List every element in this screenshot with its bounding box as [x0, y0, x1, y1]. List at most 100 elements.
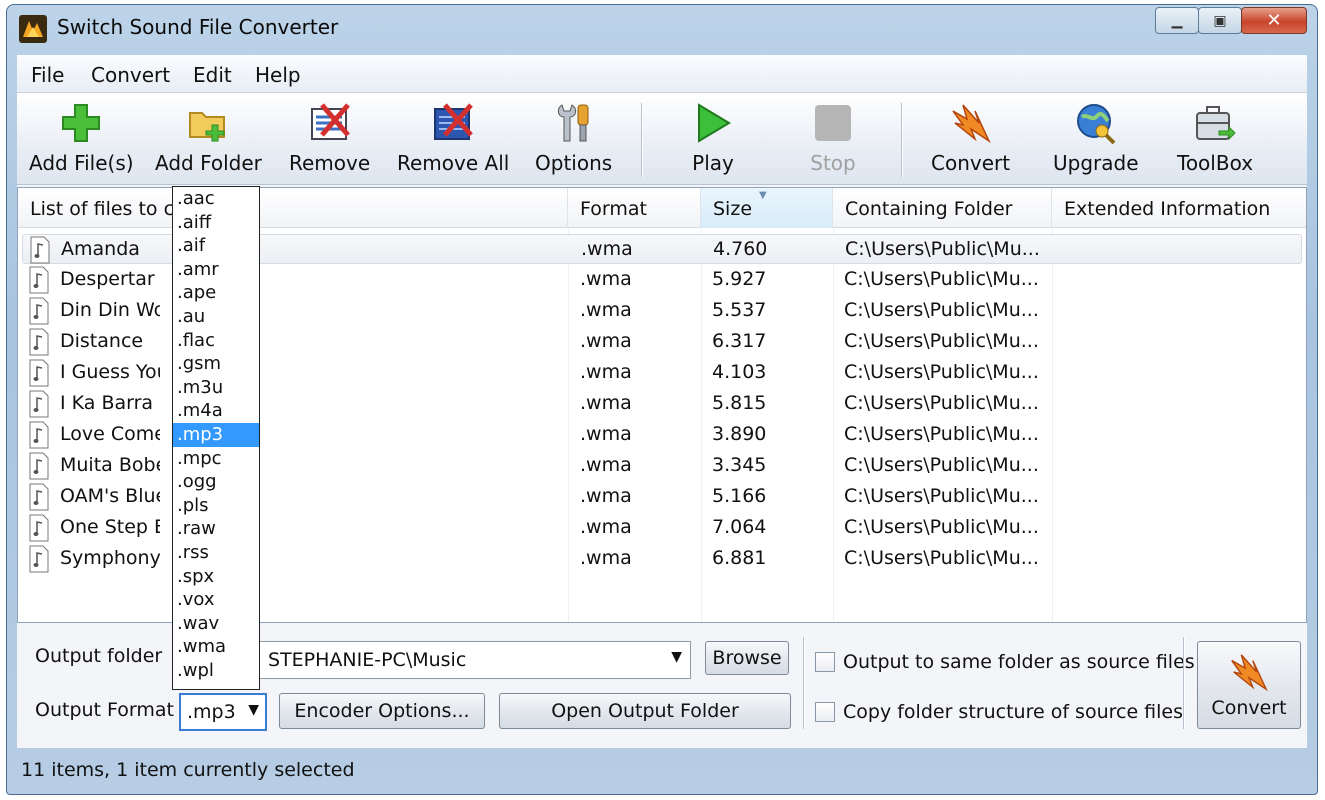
remove-button[interactable]: Remove — [289, 99, 370, 181]
format-option[interactable]: .gsm — [173, 352, 259, 376]
music-file-icon — [29, 483, 49, 511]
format-option[interactable]: .aif — [173, 234, 259, 258]
folder-add-icon — [189, 112, 226, 142]
format-cell: .wma — [581, 238, 633, 260]
file-name-cell: Symphony_N — [60, 547, 160, 569]
format-option[interactable]: .flac — [173, 329, 259, 353]
minimize-icon: ▁ — [1171, 12, 1183, 29]
format-option[interactable]: .m4a — [173, 399, 259, 423]
col-header-extended[interactable]: Extended Information — [1052, 188, 1306, 228]
copy-structure-label: Copy folder structure of source files — [843, 701, 1184, 723]
output-format-dropdown[interactable]: .aac .aiff .aif .amr .ape .au .flac .gsm .m3u .m4… — [172, 186, 260, 690]
format-cell: .wma — [580, 454, 632, 476]
browse-button[interactable]: Browse — [705, 641, 789, 675]
menu-bar: File Convert Edit Help — [17, 55, 1307, 93]
format-cell: .wma — [580, 423, 632, 445]
format-option[interactable]: .wpl — [173, 659, 259, 683]
col-header-folder[interactable]: Containing Folder — [833, 188, 1052, 228]
upgrade-label: Upgrade — [1053, 151, 1139, 175]
size-cell: 5.537 — [712, 299, 767, 321]
status-bar: 11 items, 1 item currently selected — [17, 753, 1307, 789]
format-cell: .wma — [580, 516, 632, 538]
format-option[interactable]: .ogg — [173, 470, 259, 494]
col-header-format[interactable]: Format — [568, 188, 701, 228]
folder-cell: C:\Users\Public\Mu... — [844, 361, 1039, 383]
file-name-cell: Despertar — [60, 268, 155, 290]
file-name-cell: Muita Bobeira — [60, 454, 160, 476]
minimize-button[interactable]: ▁ — [1155, 7, 1199, 34]
size-cell: 6.881 — [712, 547, 767, 569]
stop-icon — [815, 105, 851, 141]
remove-list-icon — [310, 103, 350, 140]
convert-main-button[interactable]: Convert — [1197, 641, 1301, 729]
convert-toolbar-label: Convert — [931, 151, 1011, 175]
add-files-button[interactable]: Add File(s) — [29, 99, 134, 181]
format-option[interactable]: .pls — [173, 494, 259, 518]
open-output-folder-button[interactable]: Open Output Folder — [499, 693, 791, 729]
close-button[interactable]: ✕ — [1241, 7, 1307, 34]
output-folder-label: Output folder — [35, 645, 163, 667]
format-option[interactable]: .wma — [173, 635, 259, 659]
format-cell: .wma — [580, 330, 632, 352]
music-file-icon — [29, 452, 49, 480]
title-bar[interactable]: Switch Sound File Converter ▁ ▣ ✕ — [7, 5, 1317, 51]
convert-main-label: Convert — [1211, 697, 1287, 719]
convert-toolbar-button[interactable]: Convert — [931, 99, 1010, 181]
music-file-icon — [29, 328, 49, 356]
convert-icon — [951, 104, 991, 144]
format-option[interactable]: .au — [173, 305, 259, 329]
format-option[interactable]: .wav — [173, 612, 259, 636]
music-file-icon — [29, 514, 49, 542]
file-name-cell: Din Din Wo ( — [60, 299, 160, 321]
format-option[interactable]: .ape — [173, 281, 259, 305]
format-option[interactable]: .mpc — [173, 447, 259, 471]
remove-all-label: Remove All — [397, 151, 510, 175]
toolbox-icon — [1196, 106, 1236, 141]
maximize-button[interactable]: ▣ — [1198, 7, 1242, 34]
menu-edit[interactable]: Edit — [193, 63, 232, 87]
folder-cell: C:\Users\Public\Mu... — [845, 238, 1040, 260]
music-file-icon — [29, 390, 49, 418]
play-button[interactable]: Play — [689, 99, 737, 181]
music-file-icon — [29, 421, 49, 449]
menu-convert[interactable]: Convert — [91, 63, 170, 87]
encoder-options-button[interactable]: Encoder Options... — [279, 693, 485, 729]
col-header-size[interactable]: ▼ Size — [701, 188, 833, 228]
menu-file[interactable]: File — [31, 63, 64, 87]
menu-help[interactable]: Help — [255, 63, 301, 87]
size-cell: 7.064 — [712, 516, 767, 538]
stop-button[interactable]: Stop — [809, 99, 857, 181]
checkbox-box[interactable] — [815, 652, 835, 672]
format-option[interactable]: .raw — [173, 517, 259, 541]
file-name-cell: I Ka Barra (Y — [60, 392, 160, 414]
tools-icon — [557, 104, 589, 142]
add-folder-button[interactable]: Add Folder — [155, 99, 262, 181]
same-folder-checkbox[interactable]: Output to same folder as source files — [815, 651, 1195, 673]
format-option[interactable]: .spx — [173, 565, 259, 589]
play-label: Play — [692, 151, 734, 175]
status-text: 11 items, 1 item currently selected — [21, 759, 355, 781]
copy-structure-checkbox[interactable]: Copy folder structure of source files — [815, 701, 1183, 723]
checkbox-box[interactable] — [815, 702, 835, 722]
size-cell: 3.345 — [712, 454, 767, 476]
file-name-cell: Distance — [60, 330, 144, 352]
upgrade-button[interactable]: Upgrade — [1053, 99, 1139, 181]
format-option[interactable]: .rss — [173, 541, 259, 565]
format-option[interactable]: .mp3 — [173, 422, 259, 447]
remove-all-button[interactable]: Remove All — [397, 99, 509, 181]
sort-descending-icon: ▼ — [759, 190, 767, 201]
toolbox-button[interactable]: ToolBox — [1177, 99, 1253, 181]
add-plus-icon — [62, 104, 101, 142]
add-folder-label: Add Folder — [155, 151, 262, 175]
col-header-files[interactable]: List of files to co — [18, 188, 568, 228]
format-option[interactable]: .aiff — [173, 211, 259, 235]
format-option[interactable]: .vox — [173, 588, 259, 612]
toolbar-separator — [901, 103, 903, 177]
col-header-size-label: Size — [713, 198, 753, 220]
options-button[interactable]: Options — [535, 99, 612, 181]
output-format-select[interactable]: .mp3 ▼ — [179, 693, 267, 731]
format-option[interactable]: .amr — [173, 258, 259, 282]
folder-cell: C:\Users\Public\Mu... — [844, 392, 1039, 414]
format-option[interactable]: .aac — [173, 187, 259, 211]
format-option[interactable]: .m3u — [173, 376, 259, 400]
